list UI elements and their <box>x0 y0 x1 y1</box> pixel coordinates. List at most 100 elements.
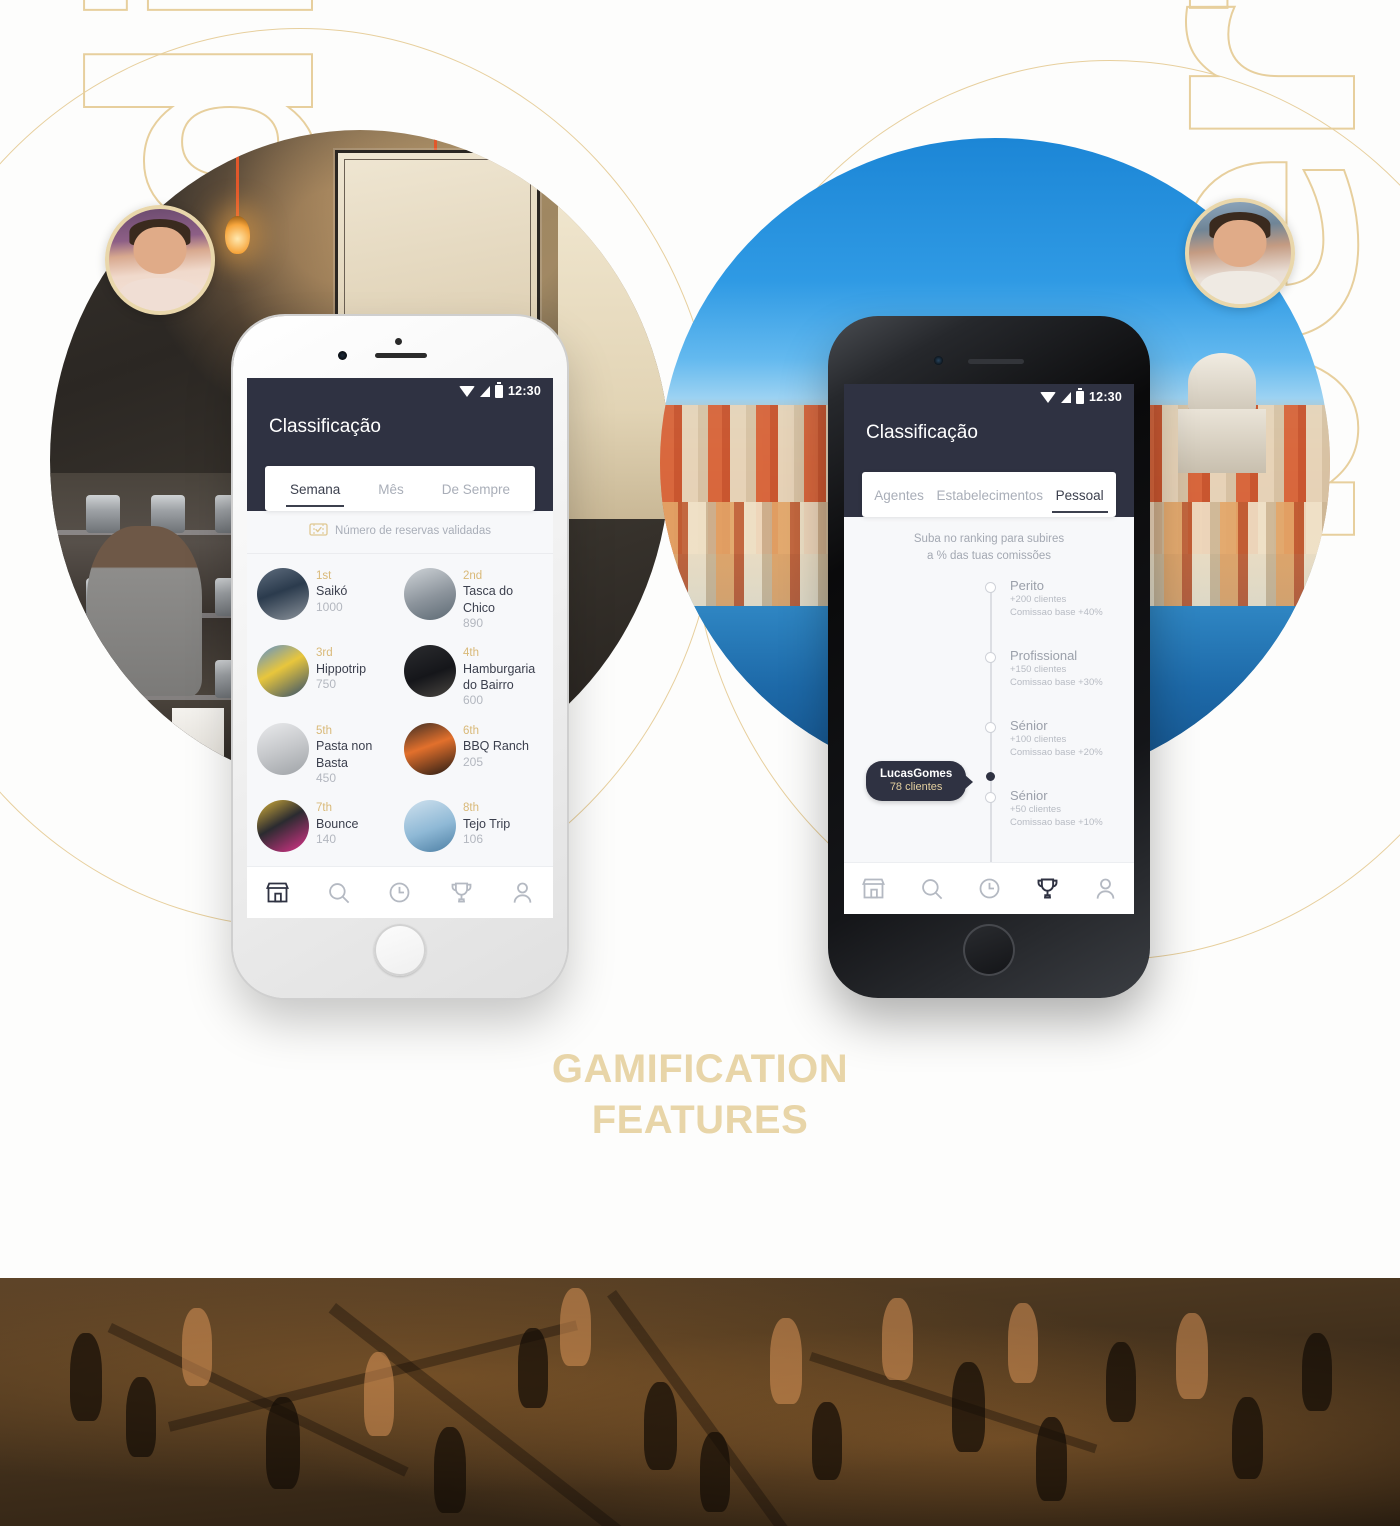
ranking-grid: 1st Saikó 1000 2nd Tasca do Chico 890 3r… <box>247 554 553 866</box>
app-header-right: 12:30 Classificação Agentes Estabelecime… <box>844 384 1134 517</box>
ranking-row[interactable]: 3rd Hippotrip 750 <box>255 641 398 712</box>
ranking-score: 450 <box>316 770 337 785</box>
ranking-row[interactable]: 5th Pasta non Basta 450 <box>255 719 398 790</box>
tier-commission: Comissao base +20% <box>1010 746 1103 758</box>
tier-row[interactable]: Perito +200 clientes Comissao base +40% <box>844 578 1134 648</box>
pendant-light-icon <box>225 130 250 254</box>
ranking-name: Saikó <box>316 584 348 599</box>
nav-search[interactable] <box>325 879 352 906</box>
home-button[interactable] <box>374 924 426 976</box>
nav-clock[interactable] <box>976 875 1003 902</box>
ranking-row[interactable]: 2nd Tasca do Chico 890 <box>402 564 545 635</box>
nav-store[interactable] <box>264 879 291 906</box>
statusbar-right: 12:30 <box>844 384 1134 410</box>
tabbar-left: Semana Mês De Sempre <box>265 466 535 511</box>
ranking-name: Bounce <box>316 816 359 831</box>
bbq-ranch-thumb <box>404 722 456 775</box>
tab-agentes[interactable]: Agentes <box>870 482 928 513</box>
barista-figure <box>87 526 203 696</box>
nav-person[interactable] <box>1092 875 1119 902</box>
front-camera-icon <box>934 356 943 365</box>
statusbar-time: 12:30 <box>508 384 541 398</box>
ranking-name: BBQ Ranch <box>463 739 530 754</box>
tab-estabelecimentos[interactable]: Estabelecimentos <box>932 482 1047 513</box>
ranking-hint-line2: a % das tuas comissões <box>926 550 1051 563</box>
ranking-row[interactable]: 4th Hamburgaria do Bairro 600 <box>402 641 545 712</box>
tier-bullet-current <box>986 771 995 781</box>
tasca-do-chico-thumb <box>404 568 456 620</box>
tier-clients: +200 clientes <box>1010 593 1067 605</box>
ranking-row[interactable]: 7th Bounce 140 <box>255 796 398 856</box>
hamburgaria-thumb <box>404 645 456 698</box>
tejo-trip-thumb <box>404 800 456 853</box>
bottom-nav-left <box>247 866 553 918</box>
ranking-score: 205 <box>463 754 484 769</box>
ranking-name: Tasca do Chico <box>463 584 514 615</box>
page-title: Classificação <box>866 422 978 443</box>
tier-bullet <box>985 651 996 663</box>
reservations-note-text: Número de reservas validadas <box>335 525 491 537</box>
ranking-name: Pasta non Basta <box>316 739 373 770</box>
screen-right: 12:30 Classificação Agentes Estabelecime… <box>844 384 1134 914</box>
ranking-score: 1000 <box>316 599 343 614</box>
nav-person[interactable] <box>509 879 536 906</box>
bounce-thumb <box>257 800 309 853</box>
nav-search[interactable] <box>918 875 945 902</box>
wifi-icon <box>1040 391 1057 403</box>
tier-commission: Comissao base +10% <box>1010 816 1103 828</box>
hippotrip-thumb <box>257 645 309 698</box>
tier-name: Profissional <box>1010 647 1078 663</box>
ranking-score: 750 <box>316 677 337 692</box>
nav-clock[interactable] <box>386 879 413 906</box>
ranking-row[interactable]: 1st Saikó 1000 <box>255 564 398 635</box>
user-progress-pill: LucasGomes 78 clientes <box>866 760 974 801</box>
ranking-position: 3rd <box>316 647 333 660</box>
tier-clients: +100 clientes <box>1010 733 1067 745</box>
tab-de-sempre[interactable]: De Sempre <box>438 476 514 507</box>
ranking-row[interactable]: 8th Tejo Trip 106 <box>402 796 545 856</box>
nav-trophy[interactable] <box>1034 875 1061 902</box>
tab-mes[interactable]: Mês <box>374 476 408 507</box>
tier-row-current[interactable]: LucasGomes 78 clientes Sénior +50 client… <box>844 760 1134 874</box>
headline-line-1: GAMIFICATION <box>551 1047 849 1091</box>
ranking-score: 890 <box>463 615 484 630</box>
ranking-score: 140 <box>316 832 337 847</box>
tab-pessoal[interactable]: Pessoal <box>1051 482 1108 513</box>
pasta-non-basta-thumb <box>257 722 309 775</box>
tier-bullet <box>985 791 996 803</box>
avatar-left <box>105 205 215 315</box>
ticket-icon <box>309 523 328 539</box>
tier-name: Perito <box>1010 577 1044 593</box>
tier-commission: Comissao base +30% <box>1010 676 1103 688</box>
tier-name: Sénior <box>1010 717 1048 733</box>
ranking-position: 4th <box>463 647 479 660</box>
avatar-right <box>1185 198 1295 308</box>
tier-name: Sénior <box>1010 787 1048 803</box>
signal-icon <box>1061 391 1072 403</box>
ranking-hint-line1: Suba no ranking para subires <box>913 533 1065 545</box>
saiko-thumb <box>257 568 309 620</box>
tier-bullet <box>985 581 996 593</box>
statusbar-left: 12:30 <box>247 378 553 404</box>
tab-semana[interactable]: Semana <box>285 476 345 507</box>
cafe-menu-board-secondary <box>558 149 670 520</box>
home-button[interactable] <box>963 924 1015 976</box>
ranking-position: 8th <box>463 802 479 815</box>
ranking-name: Hamburgaria do Bairro <box>463 661 536 693</box>
nav-store[interactable] <box>860 875 887 902</box>
section-headline: GAMIFICATION FEATURES <box>0 1044 1400 1146</box>
page-title: Classificação <box>269 416 381 437</box>
ranking-score: 106 <box>463 832 484 847</box>
ranking-position: 2nd <box>463 570 483 582</box>
tier-clients: +150 clientes <box>1010 663 1067 675</box>
phone-white: 12:30 Classificação Semana Mês De Sempre… <box>233 316 567 998</box>
ranking-score: 600 <box>463 693 484 708</box>
headline-line-2: FEATURES <box>591 1098 809 1143</box>
ranking-row[interactable]: 6th BBQ Ranch 205 <box>402 719 545 790</box>
ranking-name: Hippotrip <box>316 661 367 676</box>
ranking-position: 7th <box>316 802 332 815</box>
app-header-left: 12:30 Classificação Semana Mês De Sempre <box>247 378 553 511</box>
nav-trophy[interactable] <box>448 879 475 906</box>
tier-row[interactable]: Profissional +150 clientes Comissao base… <box>844 648 1134 718</box>
user-name: LucasGomes <box>880 767 953 780</box>
